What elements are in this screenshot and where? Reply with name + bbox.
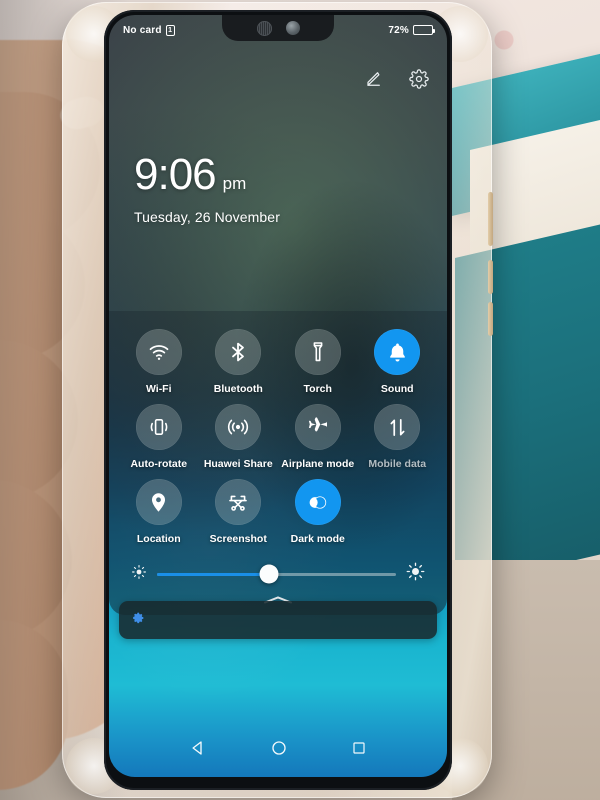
qs-tile-circle [294, 404, 341, 450]
battery-icon [413, 25, 436, 35]
brightness-slider-fill [157, 572, 270, 576]
brightness-slider[interactable] [157, 564, 396, 584]
dark-mode-icon [306, 491, 329, 514]
qs-tile-label: Mobile data [368, 458, 427, 470]
quick-settings-panel: Wi-Fi Bluetooth Torch Sound Auto-rotate Huawe… [109, 311, 447, 615]
qs-tile-label: Screenshot [209, 533, 267, 545]
qs-tile-location[interactable]: Location [119, 477, 199, 546]
sim-card-icon: 1 [165, 24, 175, 36]
status-bar: No card 1 72% [109, 15, 447, 45]
status-bar-right: 72% [388, 24, 436, 36]
data-arrows-icon [386, 416, 409, 439]
square-recents-icon[interactable] [351, 740, 367, 756]
sim-status-label: No card [123, 24, 162, 36]
brightness-slider-row [119, 546, 437, 590]
rotate-phone-icon [147, 415, 171, 439]
qs-tile-label: Torch [303, 383, 332, 395]
share-waves-icon [226, 415, 250, 439]
battery-percent-label: 72% [388, 24, 409, 36]
qs-tile-circle [374, 329, 421, 375]
qs-tile-circle [135, 479, 182, 525]
phone-device: No card 1 72% 9:06 pm Tuesday, 26 Novemb… [62, 2, 493, 798]
qs-tile-circle [215, 479, 262, 525]
notification-card[interactable] [119, 601, 437, 639]
gear-icon[interactable] [409, 69, 429, 89]
navigation-bar [109, 725, 447, 771]
qs-tile-label: Auto-rotate [130, 458, 188, 470]
brightness-high-icon [406, 562, 425, 586]
phone-screen: No card 1 72% 9:06 pm Tuesday, 26 Novemb… [109, 15, 447, 777]
qs-tile-torch[interactable]: Torch [278, 327, 358, 396]
qs-tile-screenshot[interactable]: Screenshot [199, 477, 279, 546]
status-bar-left: No card 1 [123, 24, 175, 36]
qs-tile-dark-mode[interactable]: Dark mode [278, 477, 358, 546]
triangle-back-icon[interactable] [189, 739, 207, 757]
location-pin-icon [147, 491, 170, 514]
pencil-icon[interactable] [363, 69, 383, 89]
wifi-icon [147, 340, 171, 364]
screenshot-icon [226, 490, 250, 514]
qs-tile-huawei-share[interactable]: Huawei Share [199, 402, 279, 471]
qs-tile-airplane-mode[interactable]: Airplane mode [278, 402, 358, 471]
qs-tile-label: Wi-Fi [145, 383, 172, 395]
clock-time-row: 9:06 pm [134, 153, 280, 197]
power-button[interactable] [488, 302, 493, 336]
qs-tile-circle [294, 479, 341, 525]
phone-bezel: No card 1 72% 9:06 pm Tuesday, 26 Novemb… [104, 10, 452, 790]
lock-screen-clock: 9:06 pm Tuesday, 26 November [134, 153, 280, 226]
qs-tile-circle [135, 404, 182, 450]
qs-tile-label: Huawei Share [203, 458, 273, 470]
brightness-slider-thumb[interactable] [259, 564, 279, 584]
airplane-icon [306, 415, 330, 439]
brightness-low-icon [131, 564, 147, 585]
qs-tile-label: Sound [380, 383, 414, 395]
qs-tile-circle [294, 329, 341, 375]
qs-tile-label: Airplane mode [281, 458, 355, 470]
flashlight-icon [306, 340, 330, 364]
qs-tile-label: Location [136, 533, 181, 545]
bell-icon [386, 341, 409, 364]
settings-gear-icon [131, 611, 145, 630]
qs-tile-label: Bluetooth [213, 383, 263, 395]
bluetooth-icon [226, 340, 250, 364]
volume-up-button[interactable] [488, 192, 493, 246]
qs-tile-circle [215, 329, 262, 375]
quick-settings-grid: Wi-Fi Bluetooth Torch Sound Auto-rotate Huawe… [119, 327, 437, 546]
clock-date: Tuesday, 26 November [134, 209, 280, 225]
qs-tile-mobile-data[interactable]: Mobile data [358, 402, 438, 471]
qs-tile-circle [374, 404, 421, 450]
qs-tile-circle [215, 404, 262, 450]
qs-tile-wi-fi[interactable]: Wi-Fi [119, 327, 199, 396]
qs-tile-auto-rotate[interactable]: Auto-rotate [119, 402, 199, 471]
qs-tile-label: Dark mode [290, 533, 345, 545]
clock-ampm: pm [222, 174, 247, 193]
clock-time: 9:06 [134, 150, 217, 199]
quick-settings-header [363, 69, 429, 89]
qs-tile-circle [135, 329, 182, 375]
circle-home-icon[interactable] [270, 739, 288, 757]
qs-tile-sound[interactable]: Sound [358, 327, 438, 396]
qs-tile-bluetooth[interactable]: Bluetooth [199, 327, 279, 396]
volume-down-button[interactable] [488, 260, 493, 294]
